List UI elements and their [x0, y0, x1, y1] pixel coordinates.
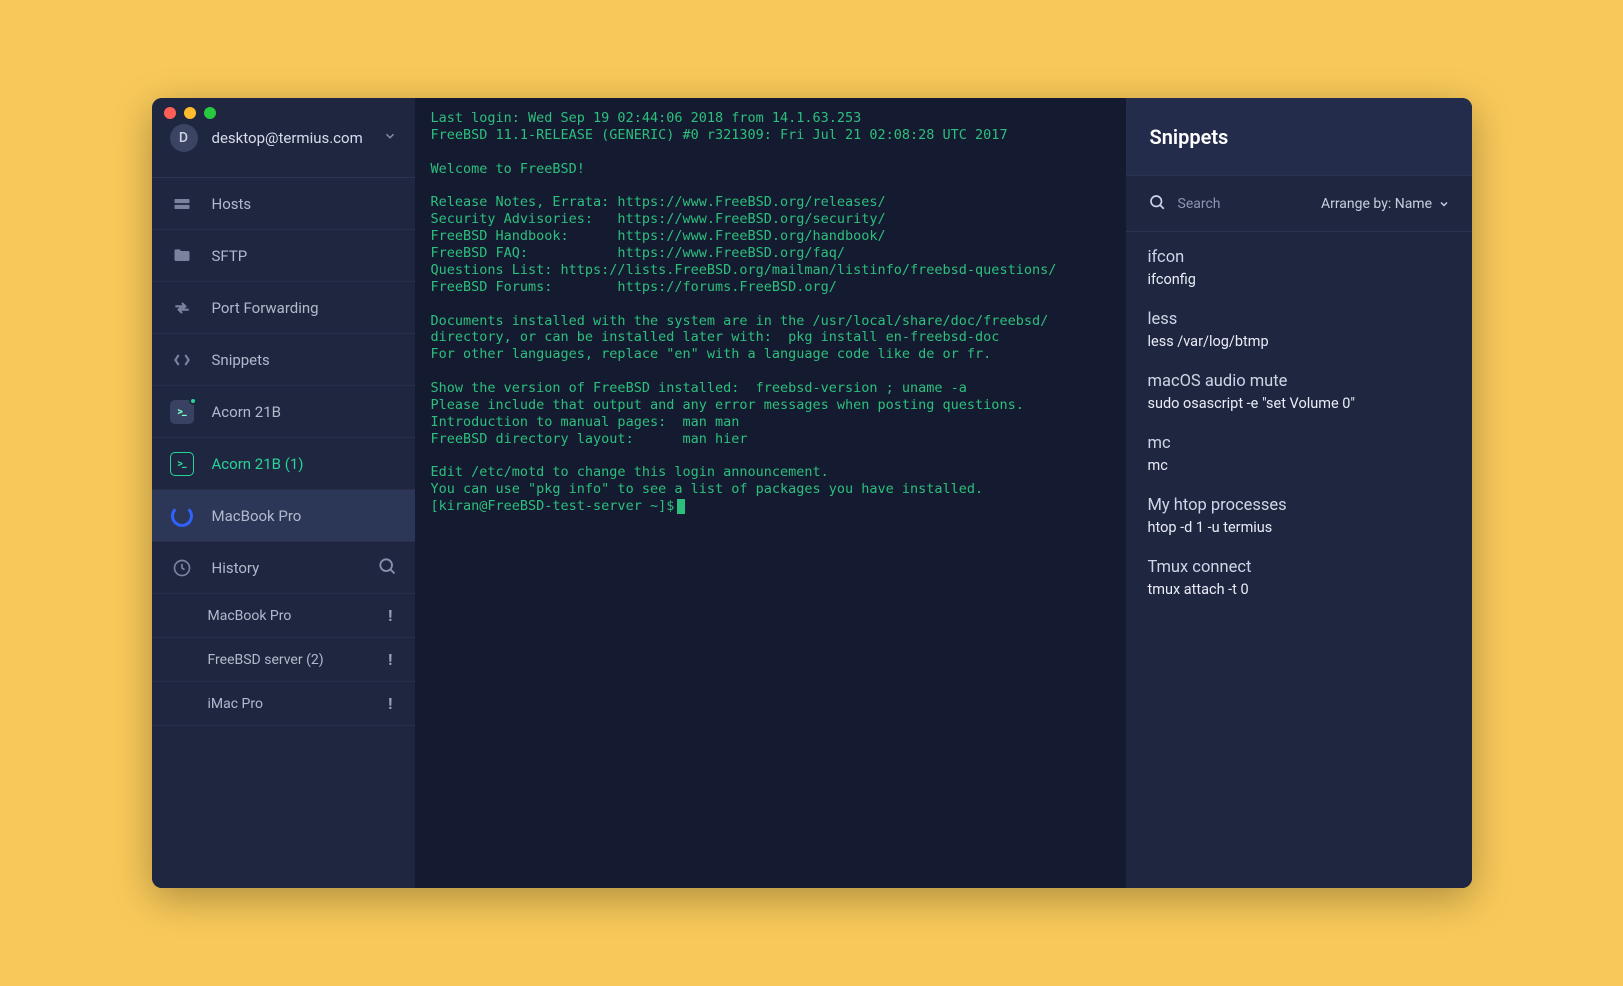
- arrange-label: Arrange by:: [1321, 196, 1391, 212]
- terminal-output: Last login: Wed Sep 19 02:44:06 2018 fro…: [431, 110, 1057, 497]
- snippet-command: mc: [1148, 457, 1450, 474]
- snippet-title: mc: [1148, 434, 1450, 453]
- arrange-by-dropdown[interactable]: Arrange by: Name: [1321, 196, 1450, 212]
- history-icon: [170, 556, 194, 580]
- sidebar-item-label: Acorn 21B: [212, 403, 282, 421]
- terminal-pane[interactable]: Last login: Wed Sep 19 02:44:06 2018 fro…: [415, 98, 1126, 888]
- terminal-icon: >_: [170, 452, 194, 476]
- snippet-command: tmux attach -t 0: [1148, 581, 1450, 598]
- sidebar-item-history[interactable]: History: [152, 542, 415, 594]
- snippets-panel: Snippets Search Arrange by: Name ifcon i…: [1126, 98, 1472, 888]
- history-item-imac-pro[interactable]: iMac Pro !: [152, 682, 415, 726]
- snippet-item[interactable]: My htop processes htop -d 1 -u termius: [1126, 486, 1472, 548]
- account-email: desktop@termius.com: [212, 129, 369, 147]
- close-window-button[interactable]: [164, 107, 176, 119]
- snippet-command: ifconfig: [1148, 271, 1450, 288]
- sidebar-item-snippets[interactable]: Snippets: [152, 334, 415, 386]
- sidebar-item-acorn-21b-1[interactable]: >_ Acorn 21B (1): [152, 438, 415, 490]
- folder-icon: [170, 244, 194, 268]
- history-item-label: MacBook Pro: [208, 608, 389, 624]
- sidebar-item-label: Port Forwarding: [212, 299, 319, 317]
- alert-icon: !: [388, 606, 392, 625]
- cursor-icon: [677, 499, 685, 514]
- port-forwarding-icon: [170, 296, 194, 320]
- snippet-item[interactable]: Tmux connect tmux attach -t 0: [1126, 548, 1472, 610]
- terminal-prompt: [kiran@FreeBSD-test-server ~]$: [431, 498, 675, 514]
- sidebar-item-label: Acorn 21B (1): [212, 455, 304, 473]
- minimize-window-button[interactable]: [184, 107, 196, 119]
- sidebar-item-label: SFTP: [212, 247, 248, 265]
- hosts-icon: [170, 192, 194, 216]
- snippet-item[interactable]: ifcon ifconfig: [1126, 238, 1472, 300]
- search-icon[interactable]: [1148, 193, 1166, 215]
- snippets-title: Snippets: [1126, 98, 1472, 176]
- snippets-icon: [170, 348, 194, 372]
- arrange-value: Name: [1395, 196, 1432, 212]
- window-controls: [164, 107, 216, 119]
- snippet-list: ifcon ifconfig less less /var/log/btmp m…: [1126, 232, 1472, 616]
- sidebar-item-hosts[interactable]: Hosts: [152, 178, 415, 230]
- history-item-freebsd-server[interactable]: FreeBSD server (2) !: [152, 638, 415, 682]
- snippet-item[interactable]: mc mc: [1126, 424, 1472, 486]
- snippet-command: htop -d 1 -u termius: [1148, 519, 1450, 536]
- terminal-icon: >_: [170, 400, 194, 424]
- sidebar-item-label: MacBook Pro: [212, 507, 302, 525]
- zoom-window-button[interactable]: [204, 107, 216, 119]
- search-icon[interactable]: [377, 556, 397, 580]
- snippet-title: Tmux connect: [1148, 558, 1450, 577]
- sidebar-item-port-forwarding[interactable]: Port Forwarding: [152, 282, 415, 334]
- sidebar-item-label: History: [212, 559, 359, 577]
- chevron-down-icon: [383, 129, 397, 147]
- snippet-title: ifcon: [1148, 248, 1450, 267]
- avatar: D: [170, 124, 198, 152]
- sidebar-item-macbook-pro[interactable]: MacBook Pro: [152, 490, 415, 542]
- sidebar-item-sftp[interactable]: SFTP: [152, 230, 415, 282]
- sidebar-item-label: Snippets: [212, 351, 270, 369]
- history-item-macbook-pro[interactable]: MacBook Pro !: [152, 594, 415, 638]
- search-input[interactable]: Search: [1178, 196, 1309, 212]
- snippet-item[interactable]: less less /var/log/btmp: [1126, 300, 1472, 362]
- history-item-label: iMac Pro: [208, 696, 389, 712]
- history-item-label: FreeBSD server (2): [208, 652, 389, 668]
- alert-icon: !: [388, 694, 392, 713]
- snippet-item[interactable]: macOS audio mute sudo osascript -e "set …: [1126, 362, 1472, 424]
- sidebar-item-acorn-21b[interactable]: >_ Acorn 21B: [152, 386, 415, 438]
- sidebar-item-label: Hosts: [212, 195, 252, 213]
- loading-spinner-icon: [170, 504, 194, 528]
- snippet-title: My htop processes: [1148, 496, 1450, 515]
- snippet-command: less /var/log/btmp: [1148, 333, 1450, 350]
- snippet-title: less: [1148, 310, 1450, 329]
- alert-icon: !: [388, 650, 392, 669]
- status-dot-icon: [189, 397, 197, 405]
- app-window: D desktop@termius.com Hosts SFTP Port Fo…: [152, 98, 1472, 888]
- snippet-command: sudo osascript -e "set Volume 0": [1148, 395, 1450, 412]
- snippets-toolbar: Search Arrange by: Name: [1126, 176, 1472, 232]
- chevron-down-icon: [1438, 198, 1450, 210]
- sidebar: D desktop@termius.com Hosts SFTP Port Fo…: [152, 98, 415, 888]
- snippet-title: macOS audio mute: [1148, 372, 1450, 391]
